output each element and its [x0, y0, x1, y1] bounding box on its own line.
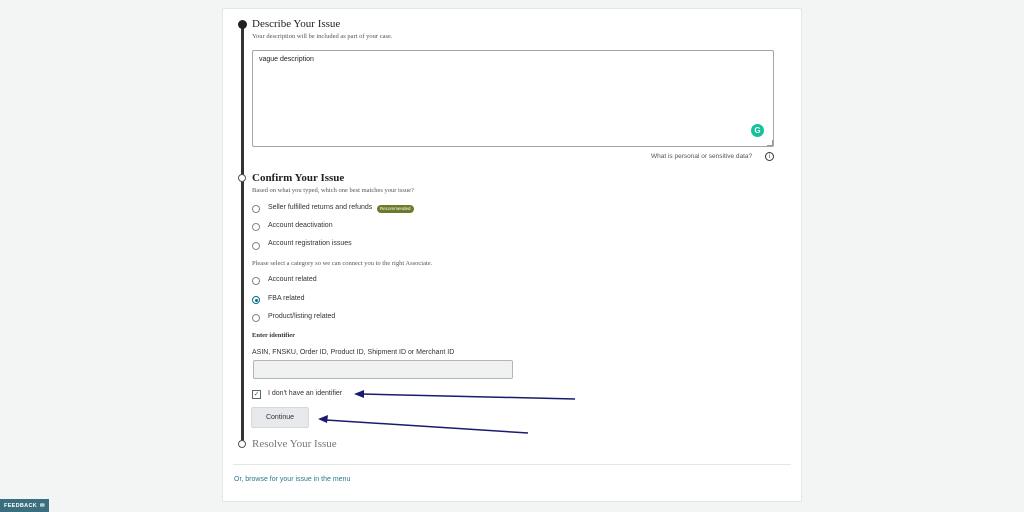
mail-icon: ✉: [40, 502, 45, 509]
issue-option-2-label[interactable]: Account deactivation: [268, 222, 333, 229]
issue-option-1-label[interactable]: Seller fulfilled returns and refunds: [268, 204, 372, 211]
identifier-input[interactable]: [253, 360, 513, 379]
step-dot-confirm: [238, 174, 246, 182]
radio-category-product[interactable]: [252, 314, 260, 322]
category-account-label[interactable]: Account related: [268, 276, 317, 283]
step-timeline: [241, 24, 244, 444]
identifier-heading: Enter identifier: [252, 332, 296, 339]
category-prompt: Please select a category so we can conne…: [252, 260, 433, 267]
feedback-label: FEEDBACK: [4, 502, 38, 509]
description-text: vague description: [259, 56, 314, 63]
info-icon[interactable]: i: [765, 152, 774, 161]
continue-button[interactable]: Continue: [251, 407, 309, 428]
confirm-question: Based on what you typed, which one best …: [252, 187, 414, 194]
no-identifier-checkbox[interactable]: ✓: [252, 390, 261, 399]
describe-step-title: Describe Your Issue: [252, 18, 341, 30]
grammarly-icon[interactable]: G: [751, 124, 764, 137]
issue-option-3-label[interactable]: Account registration issues: [268, 240, 352, 247]
category-product-label[interactable]: Product/listing related: [268, 313, 335, 320]
step-dot-resolve: [238, 440, 246, 448]
identifier-label: ASIN, FNSKU, Order ID, Product ID, Shipm…: [252, 349, 455, 356]
textarea-resize-handle[interactable]: [767, 140, 773, 146]
radio-category-fba[interactable]: [252, 296, 260, 304]
resolve-step-title: Resolve Your Issue: [252, 438, 337, 450]
category-fba-label[interactable]: FBA related: [268, 295, 305, 302]
recommended-badge: Recommended: [377, 205, 414, 213]
confirm-step-title: Confirm Your Issue: [252, 172, 345, 184]
sensitive-data-link[interactable]: What is personal or sensitive data?: [651, 153, 752, 160]
divider: [233, 464, 791, 465]
radio-category-account[interactable]: [252, 277, 260, 285]
browse-menu-link[interactable]: Or, browse for your issue in the menu: [234, 476, 350, 483]
radio-issue-option-1[interactable]: [252, 205, 260, 213]
radio-issue-option-2[interactable]: [252, 223, 260, 231]
step-dot-active: [238, 20, 247, 29]
describe-hint: Your description will be included as par…: [252, 33, 393, 40]
radio-issue-option-3[interactable]: [252, 242, 260, 250]
no-identifier-label[interactable]: I don't have an identifier: [268, 390, 342, 397]
feedback-tab[interactable]: FEEDBACK ✉: [0, 499, 49, 512]
description-textarea[interactable]: vague description: [252, 50, 774, 147]
